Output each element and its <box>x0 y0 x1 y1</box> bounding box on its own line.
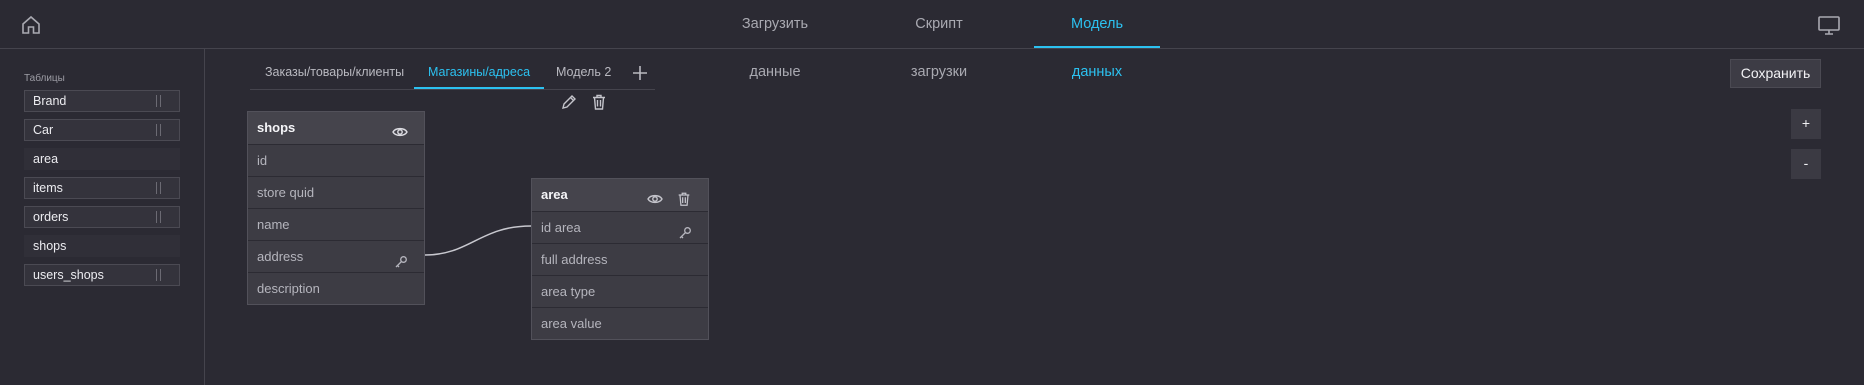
model-tabs: Заказы/товары/клиенты Магазины/адреса Мо… <box>250 59 655 90</box>
trash-icon[interactable] <box>676 187 692 206</box>
drag-handle-icon[interactable] <box>156 269 161 281</box>
drag-handle-icon[interactable] <box>156 211 161 223</box>
entity-field[interactable]: id <box>248 144 424 176</box>
zoom-out-button[interactable]: - <box>1791 149 1821 179</box>
model-tab-orders-goods-clients[interactable]: Заказы/товары/клиенты <box>265 59 404 88</box>
table-item-label: area <box>33 152 59 166</box>
tables-sidebar: Таблицы Brand Car area items orders shop… <box>0 49 205 385</box>
monitor-icon[interactable] <box>1816 13 1842 37</box>
tab-load-data[interactable]: Загрузить данные <box>716 0 834 80</box>
entity-field[interactable]: area value <box>532 307 708 339</box>
table-item-label: items <box>33 181 63 195</box>
table-item-users-shops[interactable]: users_shops <box>24 264 180 286</box>
key-icon <box>678 220 692 239</box>
save-button[interactable]: Сохранить <box>1730 59 1821 88</box>
tab-data-model[interactable]: Модель данных <box>1034 0 1160 80</box>
entity-shops[interactable]: shops id store quid name address descrip… <box>247 111 425 305</box>
eye-icon[interactable] <box>647 187 663 204</box>
entity-title: shops <box>257 120 296 135</box>
table-item-items[interactable]: items <box>24 177 180 199</box>
table-item-orders[interactable]: orders <box>24 206 180 228</box>
table-item-car[interactable]: Car <box>24 119 180 141</box>
drag-handle-icon[interactable] <box>156 95 161 107</box>
table-item-brand[interactable]: Brand <box>24 90 180 112</box>
entity-area[interactable]: area id area full address area type area… <box>531 178 709 340</box>
eye-icon[interactable] <box>392 120 408 137</box>
model-tab-shops-addresses[interactable]: Магазины/адреса <box>413 59 545 89</box>
entity-field[interactable]: description <box>248 272 424 304</box>
zoom-in-button[interactable]: + <box>1791 109 1821 139</box>
tables-title: Таблицы <box>24 73 65 84</box>
entity-field-label: address <box>257 249 304 264</box>
drag-handle-icon[interactable] <box>156 182 161 194</box>
table-item-label: users_shops <box>33 268 104 282</box>
entity-field[interactable]: store quid <box>248 176 424 208</box>
entity-title: area <box>541 187 568 202</box>
table-item-shops[interactable]: shops <box>24 235 180 257</box>
model-tab-model-2[interactable]: Модель 2 <box>556 59 611 88</box>
drag-handle-icon[interactable] <box>156 124 161 136</box>
table-item-label: Car <box>33 123 54 137</box>
plus-icon[interactable] <box>630 63 650 83</box>
main-nav: Загрузить данные Скрипт загрузки Модель … <box>0 0 1864 80</box>
trash-icon[interactable] <box>590 93 608 111</box>
entity-field[interactable]: full address <box>532 243 708 275</box>
table-item-label: shops <box>33 239 67 253</box>
table-item-label: Brand <box>33 94 67 108</box>
tab-load-script[interactable]: Скрипт загрузки <box>887 0 991 80</box>
table-item-area[interactable]: area <box>24 148 180 170</box>
entity-field-key[interactable]: address <box>248 240 424 272</box>
top-bar: Загрузить данные Скрипт загрузки Модель … <box>0 0 1864 80</box>
pencil-icon[interactable] <box>560 93 578 111</box>
entity-field-key[interactable]: id area <box>532 211 708 243</box>
entity-field[interactable]: area type <box>532 275 708 307</box>
entity-field-label: id area <box>541 220 581 235</box>
key-icon <box>394 249 408 268</box>
entity-field[interactable]: name <box>248 208 424 240</box>
table-item-label: orders <box>33 210 69 224</box>
entity-header[interactable]: shops <box>248 112 424 144</box>
entity-header[interactable]: area <box>532 179 708 211</box>
